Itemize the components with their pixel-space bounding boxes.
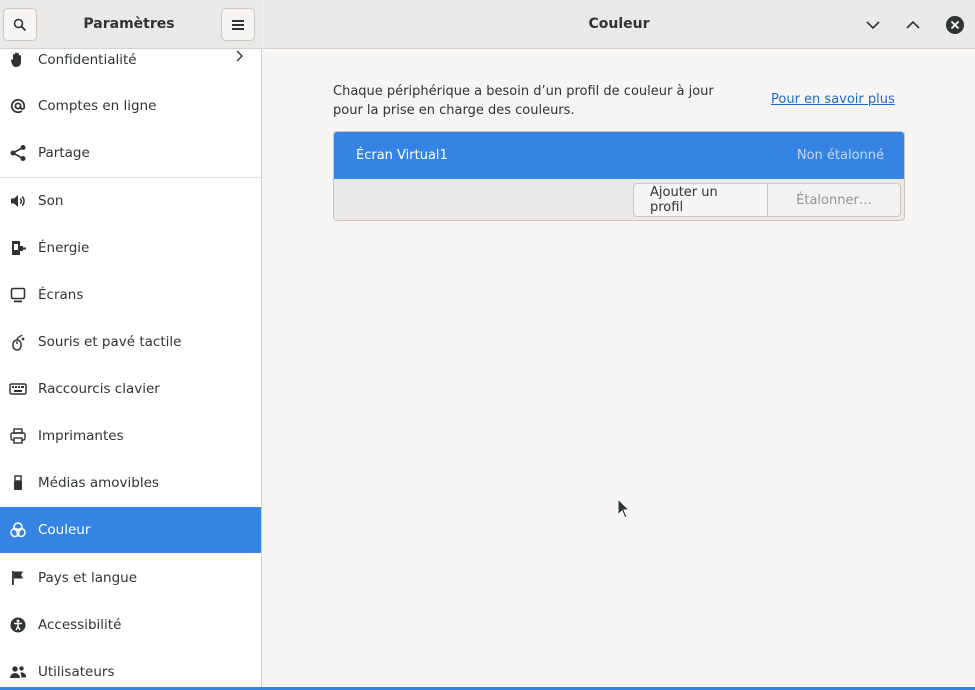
sidebar-item-label: Souris et pavé tactile — [38, 334, 182, 350]
sidebar-item-label: Partage — [38, 145, 90, 161]
share-icon — [9, 144, 27, 162]
search-icon — [13, 18, 27, 31]
sidebar-item-couleur[interactable]: Couleur — [0, 507, 261, 553]
chevron-down-icon — [866, 21, 880, 30]
sidebar-header: Paramètres — [0, 0, 262, 49]
sidebar-item-partage[interactable]: Partage — [0, 130, 261, 176]
at-icon — [9, 97, 27, 115]
close-icon — [946, 16, 964, 34]
chevron-up-icon — [906, 20, 920, 29]
sidebar-item-ecrans[interactable]: Écrans — [0, 272, 261, 318]
sidebar-item-son[interactable]: Son — [0, 178, 261, 224]
printer-icon — [9, 427, 27, 445]
sidebar-item-souris[interactable]: Souris et pavé tactile — [0, 319, 261, 365]
settings-window: Paramètres Confidentialité Comptes en li… — [0, 0, 975, 690]
maximize-button[interactable] — [902, 14, 924, 36]
learn-more-link[interactable]: Pour en savoir plus — [771, 92, 895, 107]
sidebar-item-label: Accessibilité — [38, 617, 122, 633]
sidebar-item-comptes-en-ligne[interactable]: Comptes en ligne — [0, 83, 261, 129]
keyboard-icon — [9, 380, 27, 398]
sidebar-item-pays-et-langue[interactable]: Pays et langue — [0, 555, 261, 601]
sidebar-item-medias-amovibles[interactable]: Médias amovibles — [0, 460, 261, 506]
users-icon — [9, 663, 27, 681]
sidebar-item-label: Écrans — [38, 287, 84, 303]
description-text: Chaque périphérique a besoin d’un profil… — [333, 84, 714, 118]
sidebar-title: Paramètres — [83, 16, 175, 32]
display-icon — [9, 286, 27, 304]
speaker-icon — [9, 192, 27, 210]
sidebar-item-label: Imprimantes — [38, 428, 124, 444]
sidebar-item-label: Couleur — [38, 522, 91, 538]
mouse-icon — [9, 333, 27, 351]
device-row[interactable]: Écran Virtual1 Non étalonné — [334, 132, 904, 179]
sidebar-item-label: Comptes en ligne — [38, 98, 157, 114]
sidebar-item-confidentialite[interactable]: Confidentialité — [0, 49, 261, 83]
device-list: Écran Virtual1 Non étalonné Ajouter un p… — [333, 131, 905, 221]
main-menu-button[interactable] — [221, 8, 255, 41]
calibrate-button[interactable]: Étalonner… — [768, 183, 901, 217]
close-button[interactable] — [944, 14, 966, 36]
sidebar-item-energie[interactable]: Énergie — [0, 225, 261, 271]
sidebar-list: Confidentialité Comptes en ligne Partage — [0, 49, 261, 690]
device-name: Écran Virtual1 — [356, 148, 448, 163]
minimize-button[interactable] — [862, 14, 884, 36]
sidebar-item-label: Pays et langue — [38, 570, 138, 586]
chevron-right-icon — [236, 50, 243, 62]
header-bar: Couleur — [263, 0, 975, 49]
accessibility-icon — [9, 616, 27, 634]
color-icon — [9, 521, 27, 539]
sidebar-item-raccourcis-clavier[interactable]: Raccourcis clavier — [0, 366, 261, 412]
usb-icon — [9, 474, 27, 492]
sidebar-item-label: Son — [38, 193, 64, 209]
plug-icon — [9, 239, 27, 257]
sidebar-item-utilisateurs[interactable]: Utilisateurs — [0, 649, 261, 690]
sidebar-item-label: Confidentialité — [38, 52, 137, 68]
device-actions: Ajouter un profil Étalonner… — [633, 183, 901, 217]
sidebar-item-label: Énergie — [38, 240, 90, 256]
sidebar-item-label: Utilisateurs — [38, 664, 115, 680]
sidebar-item-imprimantes[interactable]: Imprimantes — [0, 413, 261, 459]
sidebar-item-label: Médias amovibles — [38, 475, 159, 491]
hamburger-menu-icon — [232, 19, 244, 30]
sidebar-item-accessibilite[interactable]: Accessibilité — [0, 602, 261, 648]
device-status: Non étalonné — [796, 148, 884, 163]
search-button[interactable] — [3, 8, 37, 41]
flag-icon — [9, 569, 27, 587]
hand-icon — [9, 51, 27, 69]
sidebar-item-label: Raccourcis clavier — [38, 381, 160, 397]
mouse-cursor-icon — [617, 498, 631, 519]
main-content: Chaque périphérique a besoin d’un profil… — [263, 49, 975, 690]
add-profile-button[interactable]: Ajouter un profil — [633, 183, 768, 217]
sidebar: Paramètres Confidentialité Comptes en li… — [0, 0, 262, 690]
